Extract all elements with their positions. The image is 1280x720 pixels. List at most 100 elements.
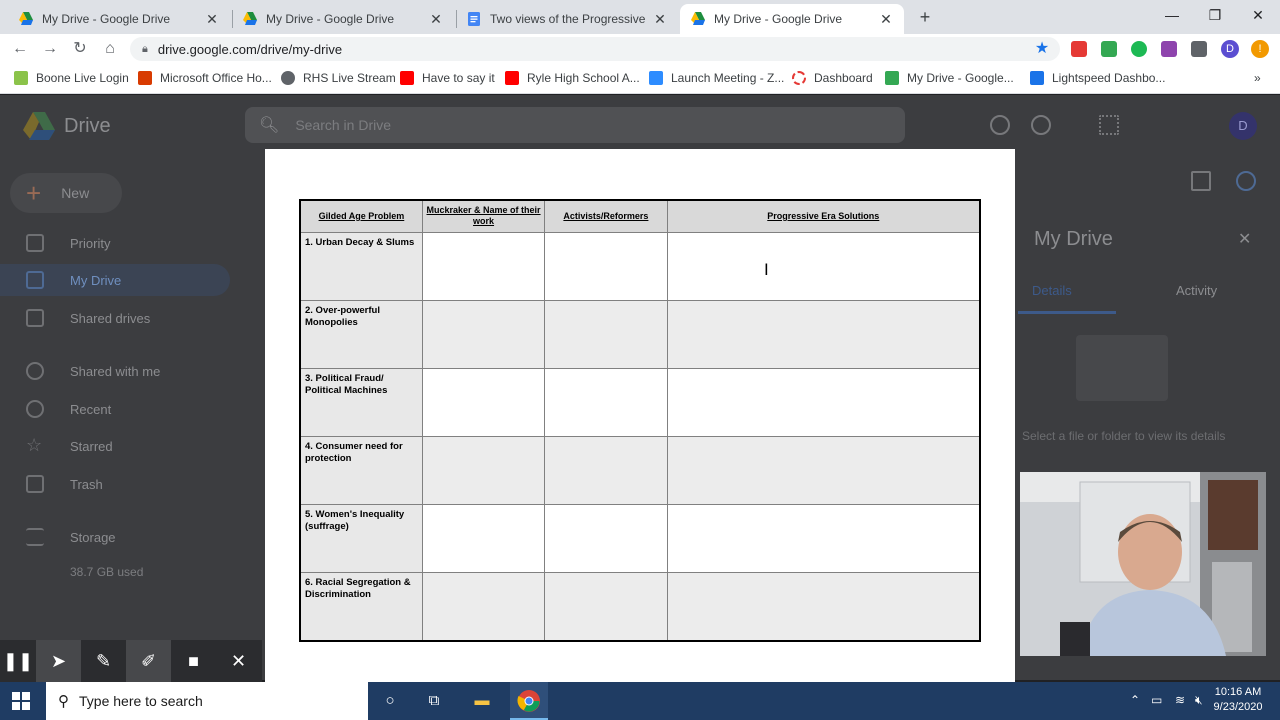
tray-chevron-icon[interactable]: ⌃ bbox=[1130, 693, 1140, 707]
sidebar-item-my-drive[interactable]: My Drive bbox=[0, 264, 230, 296]
answer-cell[interactable] bbox=[421, 299, 546, 369]
close-icon[interactable]: ✕ bbox=[204, 11, 220, 28]
table-row: 2. Over-powerful Monopolies bbox=[299, 299, 981, 369]
pause-icon[interactable]: ❚❚ bbox=[0, 640, 36, 682]
pointer-icon[interactable]: ➤ bbox=[36, 640, 81, 682]
wifi-icon[interactable]: ≋ bbox=[1175, 693, 1185, 707]
battery-icon[interactable]: ▭ bbox=[1151, 693, 1162, 707]
forward-icon[interactable]: → bbox=[39, 38, 61, 60]
close-icon[interactable]: ✕ bbox=[216, 640, 261, 682]
extension-icon[interactable] bbox=[1071, 41, 1087, 57]
bookmark-item[interactable]: Boone Live Login bbox=[14, 71, 129, 85]
highlighter-icon[interactable]: ✐ bbox=[126, 640, 171, 682]
windows-start-icon[interactable] bbox=[12, 692, 30, 710]
browser-tab-active[interactable]: My Drive - Google Drive ✕ bbox=[680, 4, 904, 34]
maximize-icon[interactable]: ❐ bbox=[1195, 4, 1235, 26]
answer-cell[interactable] bbox=[544, 572, 668, 642]
close-icon[interactable]: ✕ bbox=[428, 11, 444, 28]
answer-cell[interactable] bbox=[544, 367, 668, 437]
problem-cell: 5. Women's Inequality (suffrage) bbox=[299, 504, 423, 574]
grid-view-icon[interactable] bbox=[1191, 171, 1211, 191]
sidebar-item-starred[interactable]: ☆ Starred bbox=[0, 430, 230, 462]
google-drive-icon bbox=[243, 12, 257, 25]
answer-cell[interactable] bbox=[421, 435, 546, 506]
sidebar-item-trash[interactable]: Trash bbox=[0, 468, 230, 500]
answer-cell[interactable] bbox=[666, 299, 981, 369]
extension-icon[interactable] bbox=[1131, 41, 1147, 57]
minimize-icon[interactable]: — bbox=[1152, 4, 1192, 26]
sidebar-item-storage[interactable]: Storage bbox=[0, 521, 230, 553]
webcam-overlay[interactable] bbox=[1020, 472, 1266, 656]
search-placeholder: Search in Drive bbox=[295, 117, 392, 133]
answer-cell[interactable] bbox=[421, 572, 546, 642]
sidebar-item-shared-with-me[interactable]: Shared with me bbox=[0, 355, 230, 387]
cortana-icon[interactable]: ○ bbox=[378, 689, 402, 713]
file-explorer-icon[interactable]: ▬ bbox=[470, 689, 494, 713]
info-icon[interactable] bbox=[1236, 171, 1256, 191]
taskbar-search-input[interactable]: ⚲ Type here to search bbox=[46, 682, 368, 720]
clock-date: 9/23/2020 bbox=[1213, 701, 1263, 713]
new-tab-button[interactable]: + bbox=[914, 6, 936, 28]
sidebar-item-priority[interactable]: Priority bbox=[0, 227, 230, 259]
bookmark-item[interactable]: My Drive - Google... bbox=[885, 71, 1014, 85]
puzzle-icon[interactable] bbox=[1191, 41, 1207, 57]
help-icon[interactable] bbox=[990, 115, 1010, 135]
google-drive-icon bbox=[885, 71, 899, 85]
bookmark-star-icon[interactable]: ★ bbox=[1031, 38, 1053, 60]
bookmark-item[interactable]: Microsoft Office Ho... bbox=[138, 71, 272, 85]
address-bar[interactable]: 🔒︎ drive.google.com/drive/my-drive bbox=[130, 37, 1060, 61]
reload-icon[interactable]: ↻ bbox=[69, 38, 91, 60]
bookmark-item[interactable]: RHS Live Stream bbox=[281, 71, 396, 85]
youtube-icon bbox=[505, 71, 519, 85]
answer-cell[interactable] bbox=[421, 504, 546, 574]
bookmark-item[interactable]: Ryle High School A... bbox=[505, 71, 640, 85]
tab-activity[interactable]: Activity bbox=[1176, 283, 1217, 298]
new-button[interactable]: + New bbox=[10, 173, 122, 213]
more-bookmarks-icon[interactable]: » bbox=[1254, 71, 1261, 85]
close-details-icon[interactable]: ✕ bbox=[1238, 232, 1258, 252]
bookmark-item[interactable]: Launch Meeting - Z... bbox=[649, 71, 784, 85]
answer-cell[interactable] bbox=[666, 367, 981, 437]
close-icon[interactable]: ✕ bbox=[652, 11, 668, 28]
drive-avatar[interactable]: D bbox=[1229, 112, 1257, 140]
bookmark-item[interactable]: Dashboard bbox=[792, 71, 873, 85]
answer-cell[interactable] bbox=[666, 231, 981, 301]
browser-tab[interactable]: My Drive - Google Drive ✕ bbox=[232, 4, 454, 34]
system-clock[interactable]: 10:16 AM 9/23/2020 bbox=[1208, 685, 1268, 715]
storage-used-text: 38.7 GB used bbox=[70, 565, 144, 579]
close-icon[interactable]: ✕ bbox=[878, 11, 894, 28]
answer-cell[interactable] bbox=[421, 231, 546, 301]
camera-icon[interactable]: ■ bbox=[171, 640, 216, 682]
bookmark-item[interactable]: Have to say it bbox=[400, 71, 495, 85]
answer-cell[interactable] bbox=[421, 367, 546, 437]
drive-search-input[interactable]: 🔍︎ Search in Drive bbox=[245, 107, 905, 143]
task-view-icon[interactable]: ⧉ bbox=[422, 689, 446, 713]
volume-muted-icon[interactable]: 🔇︎ bbox=[1195, 693, 1203, 708]
answer-cell[interactable] bbox=[666, 572, 981, 642]
chrome-taskbar-button[interactable] bbox=[510, 682, 548, 720]
answer-cell[interactable] bbox=[544, 435, 668, 506]
sidebar-item-recent[interactable]: Recent bbox=[0, 393, 230, 425]
extension-icon[interactable] bbox=[1161, 41, 1177, 57]
profile-avatar[interactable]: D bbox=[1221, 40, 1239, 58]
sidebar-item-shared-drives[interactable]: Shared drives bbox=[0, 302, 230, 334]
drive-extension-icon[interactable] bbox=[1101, 41, 1117, 57]
gear-icon[interactable] bbox=[1031, 115, 1051, 135]
answer-cell[interactable] bbox=[544, 231, 668, 301]
update-icon[interactable]: ! bbox=[1251, 40, 1269, 58]
apps-grid-icon[interactable] bbox=[1099, 115, 1119, 135]
pen-icon[interactable]: ✎ bbox=[81, 640, 126, 682]
bookmark-item[interactable]: Lightspeed Dashbo... bbox=[1030, 71, 1165, 85]
tab-details[interactable]: Details bbox=[1032, 283, 1072, 298]
answer-cell[interactable] bbox=[666, 504, 981, 574]
answer-cell[interactable] bbox=[544, 299, 668, 369]
shared-drives-icon bbox=[26, 309, 44, 327]
back-icon[interactable]: ← bbox=[9, 38, 31, 60]
browser-tab[interactable]: Two views of the Progressive Era ✕ bbox=[456, 4, 678, 34]
youtube-icon bbox=[400, 71, 414, 85]
answer-cell[interactable] bbox=[544, 504, 668, 574]
close-window-icon[interactable]: ✕ bbox=[1238, 4, 1278, 26]
home-icon[interactable]: ⌂ bbox=[99, 38, 121, 60]
answer-cell[interactable] bbox=[666, 435, 981, 506]
browser-tab[interactable]: My Drive - Google Drive ✕ bbox=[8, 4, 230, 34]
